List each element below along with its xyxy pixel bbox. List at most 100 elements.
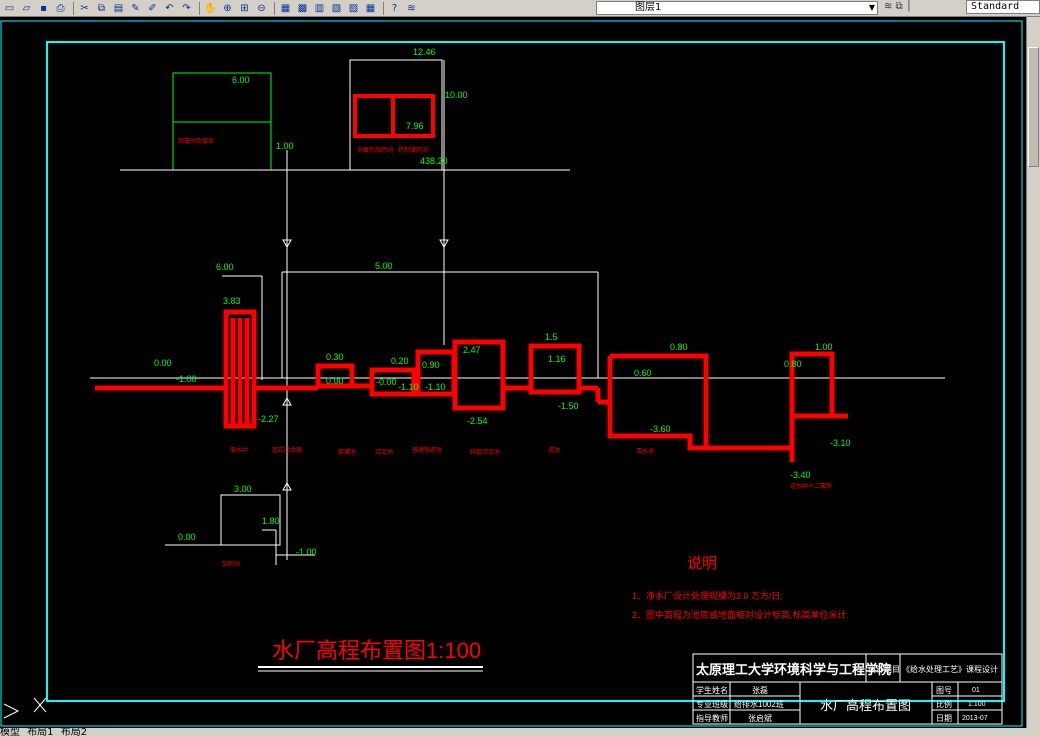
class-label: 专业班级 xyxy=(696,699,728,709)
copy-icon[interactable]: ⧉ xyxy=(94,2,109,15)
save-icon[interactable]: ▪ xyxy=(36,2,51,15)
notes-heading: 说明 xyxy=(687,555,717,572)
matchprop-icon[interactable]: ✎ xyxy=(128,2,143,15)
unit-label: 送水井十二泵房 xyxy=(790,482,832,490)
chevron-down-icon: ▼ xyxy=(868,3,875,12)
plot-icon[interactable]: ⎙ xyxy=(53,2,68,15)
sheetset-icon[interactable]: ▧ xyxy=(329,2,344,15)
elevation-label: 0.80 xyxy=(784,359,802,369)
elevation-label: 0.00 xyxy=(326,376,344,386)
layer-name: 图层1 xyxy=(635,2,662,13)
calculator-icon[interactable]: ▦ xyxy=(363,2,378,15)
tab-layout1[interactable]: 布局1 xyxy=(27,728,53,737)
text-style-name: Standard xyxy=(971,1,1020,12)
paste-icon[interactable]: ▤ xyxy=(111,2,126,15)
elevation-label: 0.60 xyxy=(634,368,652,378)
elevation-label: -3.10 xyxy=(830,438,851,448)
unit-label: 加药间 xyxy=(222,560,240,568)
date-label: 日期 xyxy=(936,714,952,723)
advisor-label: 指导教师 xyxy=(696,713,728,723)
elevation-label: 0.90 xyxy=(422,360,440,370)
unit-label: 管式混合器 xyxy=(272,446,302,454)
sheet-number: 01 xyxy=(972,687,980,694)
elevation-label: 1.16 xyxy=(548,354,566,364)
zoom-realtime-icon[interactable]: ⊕ xyxy=(220,2,235,15)
project-label: 设计题目 xyxy=(868,664,900,674)
unit-label: 滤池 xyxy=(548,446,560,454)
elevation-label: 2.47 xyxy=(463,345,481,355)
elevation-label: 7.96 xyxy=(406,121,424,131)
elevation-label: 5.00 xyxy=(375,261,393,271)
undo-icon[interactable]: ↶ xyxy=(162,2,177,15)
scale-label: 比例 xyxy=(936,699,952,709)
elevation-label: 0.00 xyxy=(178,532,196,542)
help-icon[interactable]: ? xyxy=(387,2,402,15)
elevation-label: -2.27 xyxy=(258,414,279,424)
toolpalettes-icon[interactable]: ▥ xyxy=(312,2,327,15)
note-line: 2、图中高程为池底或地面相对设计标高,标高单位米计. xyxy=(632,609,849,620)
layer-manager-icon[interactable]: ≋ xyxy=(404,2,419,15)
elevation-labels: 12.46 10.00 7.96 438.20 6.00 1.00 6.00 5… xyxy=(154,47,851,557)
layer-tools-icons[interactable]: ≋ ⧉ │ xyxy=(884,1,912,12)
markup-icon[interactable]: ▨ xyxy=(346,2,361,15)
advisor-name: 张启斌 xyxy=(748,713,772,723)
elevation-label: 1.00 xyxy=(815,342,833,352)
layout-tabs: 模型 布局1 布局2 xyxy=(0,728,1040,737)
toolbar-separator xyxy=(73,1,74,15)
unit-label: 清水池 xyxy=(636,447,654,455)
treatment-train xyxy=(95,309,848,462)
school-name: 太原理工大学环境科学与工程学院 xyxy=(695,662,891,677)
new-icon[interactable]: ▭ xyxy=(2,2,17,15)
open-icon[interactable]: ▱ xyxy=(19,2,34,15)
scrollbar-thumb[interactable] xyxy=(1028,47,1039,167)
pan-icon[interactable]: ✋ xyxy=(203,2,218,15)
note-line: 1、净水厂设计处理规模为3.0 万方/日; xyxy=(632,590,783,601)
drawing-svg: 12.46 10.00 7.96 438.20 6.00 1.00 6.00 5… xyxy=(0,20,1023,727)
scale-value: 1:100 xyxy=(968,701,986,708)
elevation-label: -1.10 xyxy=(425,382,446,392)
tab-layout2[interactable]: 布局2 xyxy=(61,728,87,737)
title-block-text: 太原理工大学环境科学与工程学院 设计题目 《给水处理工艺》课程设计 学生姓名 张… xyxy=(695,662,998,723)
student-name: 张磊 xyxy=(752,686,768,695)
unit-label: 消毒剂加药间 xyxy=(357,146,393,154)
drawing-name: 水厂高程布置图 xyxy=(820,698,911,713)
elevation-label: 1.80 xyxy=(262,516,280,526)
elevation-label: -1.00 xyxy=(176,374,197,384)
elevation-label: -2.54 xyxy=(467,416,488,426)
elevation-label: -3.60 xyxy=(650,424,671,434)
cut-icon[interactable]: ✂ xyxy=(77,2,92,15)
elevation-label: 10.00 xyxy=(445,90,468,100)
elevation-label: 3.83 xyxy=(223,296,241,306)
vertical-scrollbar[interactable] xyxy=(1026,17,1040,728)
class-name: 给排水1002班 xyxy=(734,699,784,709)
viewport-frame xyxy=(0,20,1023,727)
elevation-label: 0.20 xyxy=(391,356,409,366)
zoom-previous-icon[interactable]: ⊖ xyxy=(254,2,269,15)
student-label: 学生姓名 xyxy=(696,685,728,695)
elevation-label: 6.00 xyxy=(216,262,234,272)
elevation-label: -1.00 xyxy=(296,547,317,557)
properties-icon[interactable]: ▦ xyxy=(278,2,293,15)
redo-icon[interactable]: ↷ xyxy=(179,2,194,15)
unit-label: 药剂储药间 xyxy=(398,146,428,154)
brush-icon[interactable]: ✐ xyxy=(145,2,160,15)
unit-label: 沉淀池 xyxy=(375,448,393,456)
layer-dropdown[interactable]: 图层1 ▼ xyxy=(596,1,878,15)
project-name: 《给水处理工艺》课程设计 xyxy=(902,664,998,674)
ucs-icon xyxy=(3,697,47,719)
drawing-title: 水厂高程布置图1:100 xyxy=(272,638,481,663)
unit-label: 加氯间及氯库 xyxy=(178,137,214,145)
elevation-label: 0.30 xyxy=(326,352,344,362)
zoom-window-icon[interactable]: ⊞ xyxy=(237,2,252,15)
text-style-dropdown[interactable]: Standard xyxy=(966,0,1040,14)
unit-label: 絮凝池 xyxy=(338,448,356,456)
toolbar-buttons: ▭ ▱ ▪ ⎙ ✂ ⧉ ▤ ✎ ✐ ↶ ↷ ✋ ⊕ ⊞ ⊖ ▦ ▩ ▥ ▧ ▨ ▦? ≋ xyxy=(2,1,421,15)
designcenter-icon[interactable]: ▩ xyxy=(295,2,310,15)
drawing-canvas[interactable]: 12.46 10.00 7.96 438.20 6.00 1.00 6.00 5… xyxy=(0,17,1026,728)
date-value: 2013-07 xyxy=(962,715,988,722)
tab-model[interactable]: 模型 xyxy=(0,728,20,737)
toolbar-separator xyxy=(274,1,275,15)
elevation-label: 1.00 xyxy=(276,141,294,151)
elevation-label: -1.50 xyxy=(558,401,579,411)
elevation-label: -3.40 xyxy=(790,470,811,480)
